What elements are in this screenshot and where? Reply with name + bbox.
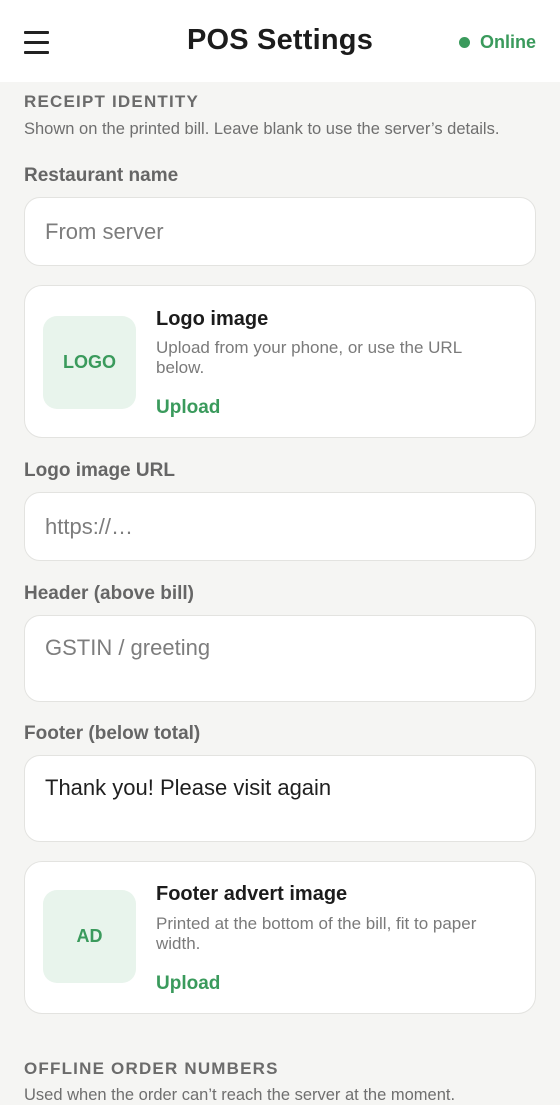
restaurant-name-label: Restaurant name (24, 165, 179, 186)
logo-image-title: Logo image (156, 308, 269, 330)
footer-advert-card: AD Footer advert image Printed at the bo… (24, 861, 536, 1014)
logo-url-label: Logo image URL (24, 460, 175, 481)
footer-text-input[interactable]: Thank you! Please visit again (24, 755, 536, 842)
status-dot-icon (458, 37, 470, 48)
section-title-offline-order-numbers: OFFLINE ORDER NUMBERS (24, 1059, 279, 1078)
restaurant-name-placeholder: From server (45, 219, 164, 244)
section-description: Shown on the printed bill. Leave blank t… (24, 120, 500, 138)
footer-advert-description: Printed at the bottom of the bill, fit t… (156, 914, 477, 953)
header-text-label: Header (above bill) (24, 583, 194, 604)
header-text-placeholder: GSTIN / greeting (45, 635, 211, 660)
section-title-receipt-identity: RECEIPT IDENTITY (24, 92, 200, 111)
footer-advert-title: Footer advert image (156, 883, 348, 905)
status-label: Online (479, 32, 536, 52)
logo-url-placeholder: https://… (45, 514, 134, 539)
logo-image-card: LOGO Logo image Upload from your phone, … (24, 285, 536, 438)
footer-text-label: Footer (below total) (24, 723, 201, 744)
advert-thumbnail: AD (43, 890, 136, 983)
logo-upload-button[interactable]: Upload (156, 397, 220, 419)
logo-url-input[interactable]: https://… (24, 492, 536, 561)
app-bar: POS Settings Online (0, 0, 560, 82)
restaurant-name-input[interactable]: From server (24, 197, 536, 266)
advert-upload-button[interactable]: Upload (156, 973, 220, 995)
footer-text-value: Thank you! Please visit again (45, 775, 332, 800)
header-text-input[interactable]: GSTIN / greeting (24, 615, 536, 702)
connection-status: Online (458, 32, 536, 53)
logo-thumbnail: LOGO (43, 316, 136, 409)
logo-image-description: Upload from your phone, or use the URL b… (156, 338, 462, 377)
